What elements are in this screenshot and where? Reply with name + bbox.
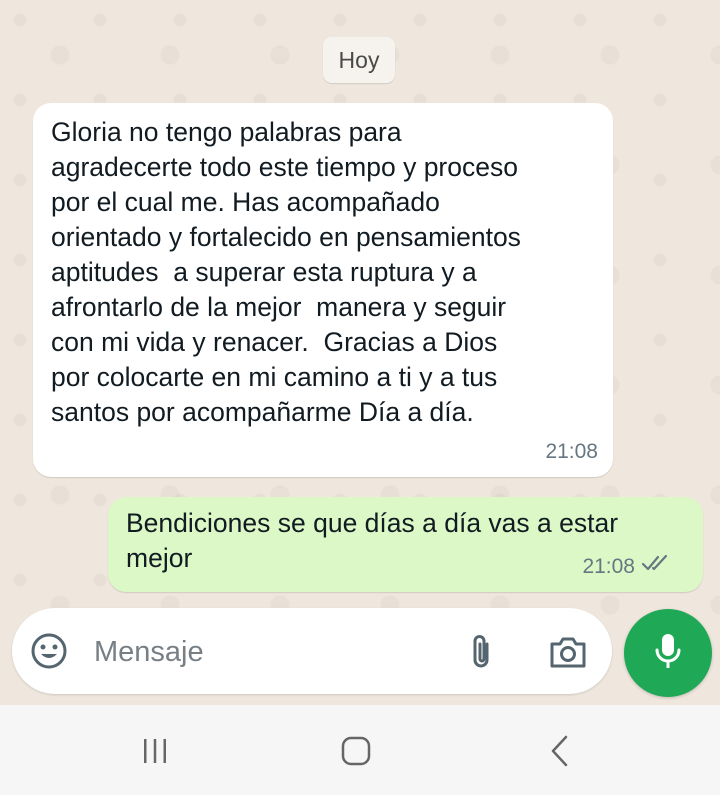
date-label: Hoy xyxy=(338,46,380,73)
message-bubble-outgoing[interactable]: Bendiciones se que días a día vas a esta… xyxy=(108,497,703,592)
date-separator: Hoy xyxy=(323,37,395,83)
voice-record-button[interactable] xyxy=(624,609,712,697)
message-meta: 21:08 xyxy=(545,434,598,469)
message-text: Bendiciones se que días a día vas a esta… xyxy=(126,508,619,573)
message-time: 21:08 xyxy=(582,555,635,578)
microphone-icon xyxy=(651,631,685,676)
back-icon[interactable] xyxy=(530,727,590,775)
system-navigation-bar xyxy=(0,705,720,795)
camera-icon[interactable] xyxy=(546,632,590,672)
message-input[interactable] xyxy=(92,628,456,676)
message-bubble-incoming[interactable]: Gloria no tengo palabras para agradecert… xyxy=(33,103,613,477)
message-meta: 21:08 xyxy=(582,549,671,584)
home-icon[interactable] xyxy=(326,727,386,775)
message-text: Gloria no tengo palabras para agradecert… xyxy=(51,117,521,427)
emoji-icon[interactable] xyxy=(30,632,68,670)
recents-icon[interactable] xyxy=(125,727,185,775)
message-composer xyxy=(12,608,612,694)
message-time: 21:08 xyxy=(545,440,598,463)
paperclip-icon[interactable] xyxy=(464,632,500,672)
double-check-icon xyxy=(641,549,671,584)
